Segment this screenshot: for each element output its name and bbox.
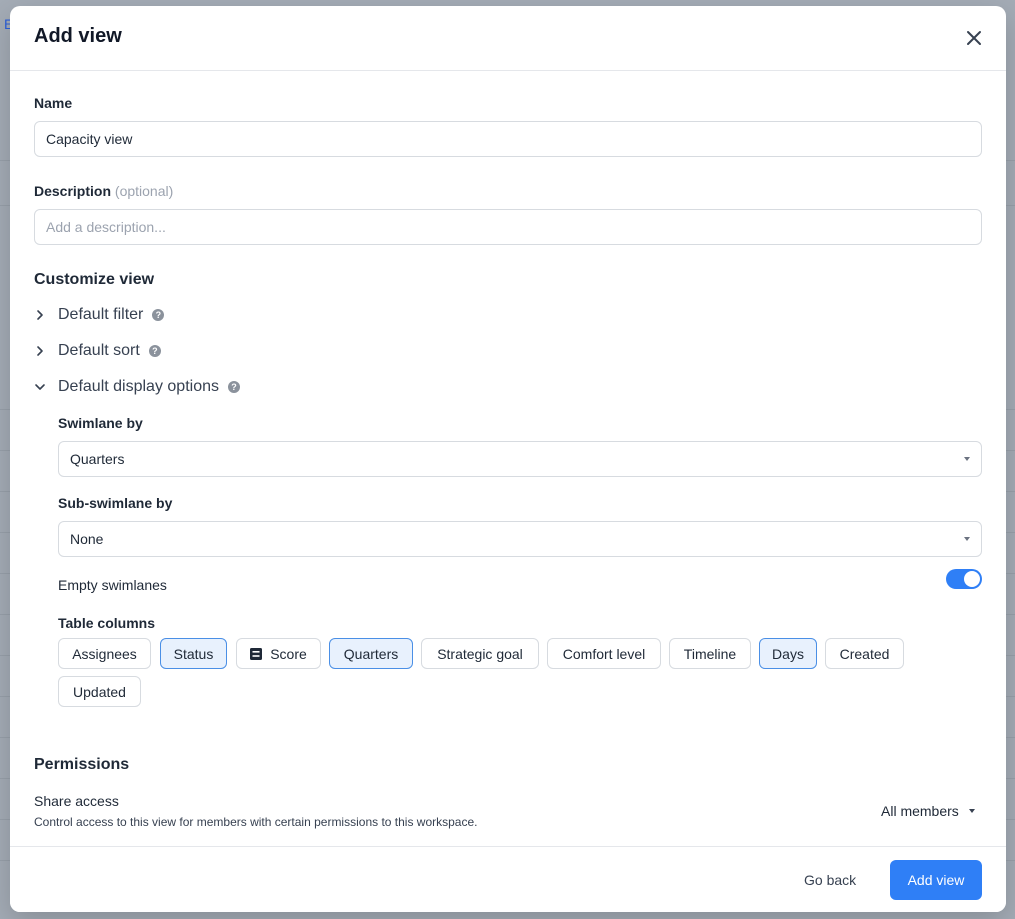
help-icon[interactable]: ? <box>152 309 165 321</box>
chevron-right-icon <box>37 310 43 320</box>
description-label: Description (optional) <box>34 183 173 199</box>
chip-label: Status <box>173 645 214 662</box>
dialog-body: Name Description (optional) Customize vi… <box>10 71 1006 846</box>
chip-label: Timeline <box>683 645 737 662</box>
default-display-options-label: Default display options <box>58 378 219 395</box>
swimlane-value: Quarters <box>70 451 125 467</box>
chip-label: Assignees <box>72 645 137 662</box>
caret-down-icon <box>964 457 970 461</box>
chevron-down-icon <box>35 384 45 390</box>
close-icon <box>967 31 981 45</box>
caret-down-icon <box>964 537 970 541</box>
default-sort-toggle[interactable]: Default sort ? <box>34 339 161 363</box>
column-chip-updated[interactable]: Updated <box>58 676 141 707</box>
help-icon[interactable]: ? <box>227 381 240 393</box>
close-button[interactable] <box>964 28 984 48</box>
column-chip-created[interactable]: Created <box>825 638 904 669</box>
go-back-button[interactable]: Go back <box>788 861 872 899</box>
chevron-right-icon <box>37 346 43 356</box>
default-sort-label: Default sort <box>58 342 140 359</box>
column-chip-quarters[interactable]: Quarters <box>329 638 413 669</box>
dialog-title: Add view <box>34 25 122 47</box>
chip-label: Strategic goal <box>437 645 523 662</box>
customize-view-title: Customize view <box>34 271 155 288</box>
share-access-select[interactable]: All members <box>881 803 975 819</box>
default-display-options-toggle[interactable]: Default display options ? <box>34 375 240 399</box>
share-access-description: Control access to this view for members … <box>34 815 478 829</box>
chip-label: Days <box>772 645 804 662</box>
column-chip-comfort-level[interactable]: Comfort level <box>547 638 661 669</box>
help-icon[interactable]: ? <box>148 345 161 357</box>
column-chip-strategic-goal[interactable]: Strategic goal <box>421 638 539 669</box>
table-columns-label: Table columns <box>58 615 155 631</box>
score-icon <box>250 647 263 660</box>
description-label-text: Description <box>34 183 112 199</box>
optional-hint: (optional) <box>114 183 174 199</box>
dialog-header: Add view <box>10 6 1006 71</box>
default-filter-label: Default filter <box>58 306 144 323</box>
description-input[interactable] <box>34 209 982 245</box>
add-view-button[interactable]: Add view <box>890 860 982 900</box>
column-chip-days[interactable]: Days <box>759 638 817 669</box>
swimlane-select[interactable]: Quarters <box>58 441 982 477</box>
chip-label: Quarters <box>343 645 399 662</box>
column-chip-assignees[interactable]: Assignees <box>58 638 151 669</box>
chip-label: Score <box>270 645 307 662</box>
swimlane-label: Swimlane by <box>58 415 143 431</box>
column-chip-score[interactable]: Score <box>236 638 321 669</box>
share-access-label: Share access <box>34 793 119 809</box>
caret-down-icon <box>968 809 975 813</box>
sub-swimlane-select[interactable]: None <box>58 521 982 557</box>
chip-label: Comfort level <box>562 645 646 662</box>
name-input[interactable] <box>34 121 982 157</box>
chip-label: Updated <box>73 683 126 700</box>
sub-swimlane-label: Sub-swimlane by <box>58 495 173 511</box>
toggle-knob <box>964 571 980 587</box>
empty-swimlanes-label: Empty swimlanes <box>58 577 167 593</box>
chip-label: Created <box>839 645 890 662</box>
dialog-footer: Go back Add view <box>10 846 1006 912</box>
column-chip-status[interactable]: Status <box>160 638 227 669</box>
add-view-dialog: Add view Name Description (optional) Cus… <box>10 6 1006 912</box>
empty-swimlanes-toggle[interactable] <box>946 569 982 589</box>
permissions-title: Permissions <box>34 756 130 773</box>
sub-swimlane-value: None <box>70 531 104 547</box>
share-access-value: All members <box>881 803 959 819</box>
default-filter-toggle[interactable]: Default filter ? <box>34 303 165 327</box>
column-chip-timeline[interactable]: Timeline <box>669 638 751 669</box>
name-label: Name <box>34 95 73 111</box>
